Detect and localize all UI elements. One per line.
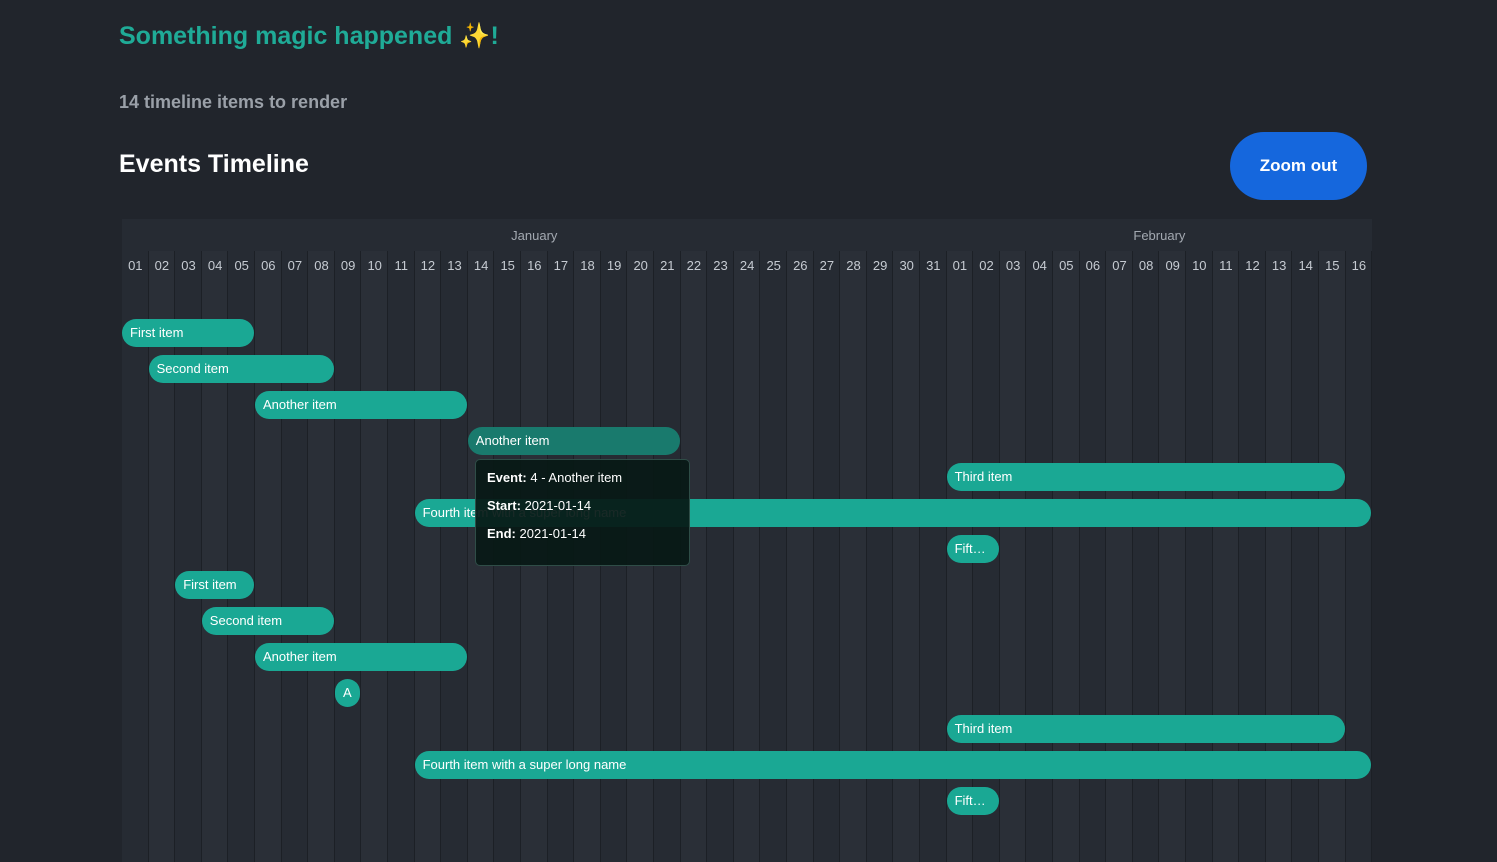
timeline-item[interactable]: Another item <box>255 643 467 671</box>
day-label: 21 <box>660 258 675 273</box>
day-label: 04 <box>1032 258 1047 273</box>
day-column <box>388 251 415 862</box>
day-label: 11 <box>394 258 409 273</box>
day-label: 05 <box>234 258 249 273</box>
day-label: 28 <box>846 258 861 273</box>
day-label: 03 <box>181 258 196 273</box>
day-label: 27 <box>819 258 835 273</box>
day-label: 01 <box>128 258 143 273</box>
day-label: 06 <box>261 258 276 273</box>
day-column <box>308 251 335 862</box>
day-label: 09 <box>340 258 356 273</box>
magic-message: Something magic happened ✨! <box>119 22 499 50</box>
day-label: 23 <box>713 258 728 273</box>
day-label: 25 <box>766 258 781 273</box>
timeline-item[interactable]: First item <box>122 319 254 347</box>
timeline-item[interactable]: Third item <box>946 463 1345 491</box>
day-label: 13 <box>447 258 462 273</box>
day-label: 19 <box>606 258 622 273</box>
day-label: 14 <box>473 258 489 273</box>
day-label: 10 <box>367 258 382 273</box>
timeline-item[interactable]: Fift… <box>946 535 999 563</box>
tooltip-event-row: Event: 4 - Another item <box>487 470 623 485</box>
event-tooltip: Event: 4 - Another item Start: 2021-01-1… <box>475 459 690 566</box>
day-label: 26 <box>793 258 808 273</box>
day-label: 02 <box>979 258 994 273</box>
timeline-item[interactable]: First item <box>175 571 254 599</box>
day-label: 22 <box>686 258 702 273</box>
day-column <box>282 251 309 862</box>
day-label: 05 <box>1059 258 1074 273</box>
item-count-text: 14 timeline items to render <box>119 92 348 112</box>
day-label: 01 <box>952 258 968 273</box>
day-label: 13 <box>1271 258 1287 273</box>
day-label: 16 <box>527 258 542 273</box>
day-label: 07 <box>1112 258 1127 273</box>
tooltip-start-row: Start: 2021-01-14 <box>487 498 592 513</box>
zoom-out-button[interactable]: Zoom out <box>1230 132 1367 200</box>
tooltip-end-row: End: 2021-01-14 <box>487 526 587 541</box>
timeline-item[interactable]: Fourth item with a super long name <box>414 751 1372 779</box>
month-label: January <box>511 228 558 243</box>
day-label: 07 <box>287 258 303 273</box>
day-label: 08 <box>314 258 329 273</box>
tooltip-start-value: 2021-01-14 <box>524 498 592 513</box>
day-label: 31 <box>926 258 941 273</box>
timeline-item[interactable]: Second item <box>148 355 334 383</box>
day-label: 02 <box>154 258 170 273</box>
events-timeline: January February 01 02 03 04 05 06 07 08 09 10 11 12… <box>122 219 1372 862</box>
day-label: 30 <box>899 258 914 273</box>
day-label: 29 <box>872 258 888 273</box>
day-label: 06 <box>1085 258 1101 273</box>
day-column <box>335 251 362 862</box>
day-label: 24 <box>739 258 755 273</box>
day-label: 12 <box>420 258 436 273</box>
day-label: 16 <box>1351 258 1367 273</box>
day-label: 14 <box>1298 258 1313 273</box>
day-label: 17 <box>553 258 569 273</box>
month-header-row: January February <box>122 219 1372 251</box>
day-label: 15 <box>500 258 515 273</box>
day-label: 18 <box>580 258 595 273</box>
page-title: Events Timeline <box>119 150 309 178</box>
timeline-item[interactable]: Second item <box>201 607 334 635</box>
timeline-item[interactable]: Third item <box>946 715 1345 743</box>
day-label: 08 <box>1138 258 1154 273</box>
day-label: 12 <box>1245 258 1260 273</box>
day-label: 09 <box>1165 258 1180 273</box>
timeline-item[interactable]: Another item <box>255 391 467 419</box>
tooltip-end-value: 2021-01-14 <box>519 526 587 541</box>
timeline-item[interactable]: Fift… <box>946 787 999 815</box>
day-label: 11 <box>1219 258 1233 273</box>
day-label: 10 <box>1192 258 1207 273</box>
day-column <box>255 251 282 862</box>
timeline-item[interactable]: A <box>334 679 360 707</box>
day-label: 20 <box>633 258 648 273</box>
timeline-item[interactable]: Another item <box>467 427 680 455</box>
month-label: February <box>1133 228 1186 243</box>
tooltip-event-value: 4 - Another item <box>530 470 623 485</box>
day-column <box>361 251 388 862</box>
day-label: 04 <box>207 258 223 273</box>
day-label: 03 <box>1005 258 1021 273</box>
day-label: 15 <box>1325 258 1340 273</box>
